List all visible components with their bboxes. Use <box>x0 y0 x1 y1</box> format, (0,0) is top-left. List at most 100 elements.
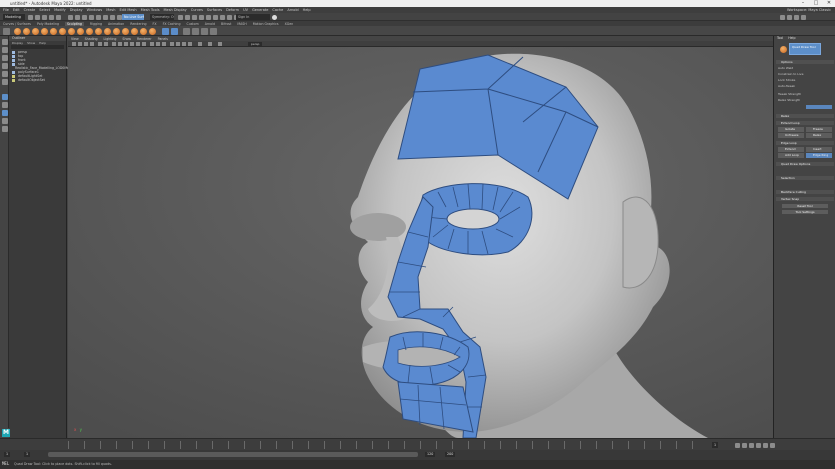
render-frame-icon[interactable] <box>220 14 225 20</box>
section-options[interactable]: Options <box>776 60 834 64</box>
isolate-button[interactable]: Isolate <box>778 127 804 132</box>
select-component-icon[interactable] <box>82 14 87 20</box>
shelf-tab-arnold[interactable]: Arnold <box>205 22 215 26</box>
attribute-editor-toggle-icon[interactable] <box>787 14 792 20</box>
menu-create[interactable]: Create <box>24 8 36 12</box>
menu-help[interactable]: Help <box>303 8 311 12</box>
menu-edit-mesh[interactable]: Edit Mesh <box>119 8 136 12</box>
knife-brush-icon[interactable] <box>131 27 138 35</box>
menu-mesh-display[interactable]: Mesh Display <box>164 8 187 12</box>
step-forward-icon[interactable] <box>763 442 768 448</box>
film-gate-icon[interactable] <box>104 42 108 46</box>
current-frame-field[interactable]: 1 <box>712 442 719 448</box>
smooth-shade-icon[interactable] <box>118 42 122 46</box>
sign-in-button[interactable]: Sign In <box>236 14 270 20</box>
play-back-icon[interactable] <box>749 442 754 448</box>
four-view-layout-icon[interactable] <box>1 102 8 108</box>
mask-surfaces-icon[interactable] <box>110 14 115 20</box>
go-to-start-icon[interactable] <box>735 442 740 448</box>
menu-windows[interactable]: Windows <box>87 8 103 12</box>
menu-surfaces[interactable]: Surfaces <box>207 8 222 12</box>
color-management-icon[interactable] <box>218 42 222 46</box>
section-backface-culling[interactable]: Backface Culling <box>776 190 834 194</box>
close-button[interactable]: ✕ <box>823 0 835 7</box>
wireframe-on-shaded-icon[interactable] <box>124 42 128 46</box>
shelf-tab-motion-graphics[interactable]: Motion Graphics <box>253 22 279 26</box>
section-quad-draw-options[interactable]: Quad Draw Options <box>776 162 834 166</box>
lasso-tool-icon[interactable] <box>1 47 8 53</box>
menu-set-dropdown[interactable]: Modeling <box>3 14 25 20</box>
persp-outliner-layout-icon[interactable] <box>1 110 8 116</box>
menu-mesh-tools[interactable]: Mesh Tools <box>141 8 160 12</box>
menu-arnold[interactable]: Arnold <box>287 8 298 12</box>
shelf-tab-bifrost[interactable]: Bifrost <box>221 22 231 26</box>
bookmarks-icon[interactable] <box>84 42 88 46</box>
relax-strength-slider[interactable] <box>806 105 832 109</box>
maximize-button[interactable]: □ <box>810 0 822 7</box>
shelf-tab-mash[interactable]: MASH <box>237 22 246 26</box>
grid-icon[interactable] <box>98 42 102 46</box>
range-slider-bar[interactable] <box>48 452 418 457</box>
hypershade-layout-icon[interactable] <box>1 126 8 132</box>
scrape-brush-icon[interactable] <box>113 27 120 35</box>
mel-label[interactable]: MEL <box>2 461 9 466</box>
smooth-brush-icon[interactable] <box>23 27 30 35</box>
symmetry-dropdown[interactable]: Symmetry: Off <box>150 14 174 20</box>
select-hierarchy-icon[interactable] <box>68 14 73 20</box>
snap-curve-icon[interactable] <box>185 14 190 20</box>
modeling-toolkit-icon[interactable] <box>780 14 785 20</box>
menu-select[interactable]: Select <box>39 8 50 12</box>
shelf-tab-poly-modeling[interactable]: Poly Modeling <box>37 22 59 26</box>
smear-brush-icon[interactable] <box>140 27 147 35</box>
shelf-tab-curves[interactable]: Curves / Surfaces <box>3 22 31 26</box>
playback-end-field[interactable]: 120 <box>425 452 436 457</box>
option-relax-strength[interactable]: Relax Strength <box>778 98 800 102</box>
insert-button[interactable]: Insert <box>806 147 832 152</box>
shelf-tab-custom[interactable]: Custom <box>186 22 198 26</box>
ambient-occlusion-icon[interactable] <box>150 42 154 46</box>
viewport-menu-view[interactable]: View <box>71 37 79 41</box>
wax-brush-icon[interactable] <box>104 27 111 35</box>
minimize-button[interactable]: – <box>797 0 809 7</box>
shelf-tab-fx-caching[interactable]: FX Caching <box>163 22 181 26</box>
open-scene-icon[interactable] <box>35 14 40 20</box>
select-camera-icon[interactable] <box>72 42 76 46</box>
section-relax[interactable]: Relax <box>776 114 834 118</box>
imprint-brush-icon[interactable] <box>95 27 102 35</box>
freeze-brush-icon[interactable] <box>171 27 178 35</box>
select-object-icon[interactable] <box>75 14 80 20</box>
mask-brush-icon[interactable] <box>162 27 169 35</box>
sculpt-brush-icon[interactable] <box>14 27 21 35</box>
menu-generate[interactable]: Generate <box>252 8 268 12</box>
extend-button[interactable]: Extend <box>778 147 804 152</box>
isolate-select-icon[interactable] <box>170 42 174 46</box>
unfreeze-button[interactable]: Unfreeze <box>778 133 804 138</box>
time-slider[interactable]: 1 <box>0 438 835 450</box>
menu-deform[interactable]: Deform <box>226 8 239 12</box>
section-vertex-snap[interactable]: Vertex Snap <box>776 197 834 201</box>
edge-ring-button[interactable]: Edge Ring <box>806 153 832 158</box>
scale-tool-icon[interactable] <box>1 79 8 85</box>
section-selection[interactable]: Selection <box>776 176 834 180</box>
option-auto-weld[interactable]: Auto Weld <box>778 66 793 70</box>
grab-brush-icon[interactable] <box>41 27 48 35</box>
repeat-brush-icon[interactable] <box>86 27 93 35</box>
new-scene-icon[interactable] <box>28 14 33 20</box>
channel-box-toggle-icon[interactable] <box>801 14 806 20</box>
range-end-field[interactable]: 200 <box>445 452 456 457</box>
wireframe-icon[interactable] <box>112 42 116 46</box>
range-start-field[interactable]: 1 <box>4 452 11 457</box>
reset-tool-icon[interactable] <box>780 46 787 53</box>
single-perspective-layout-icon[interactable] <box>1 94 8 100</box>
relax-brush-icon[interactable] <box>32 27 39 35</box>
freeze-button[interactable]: Freeze <box>806 127 832 132</box>
viewport-menu-show[interactable]: Show <box>122 37 131 41</box>
render-view-icon[interactable] <box>213 14 218 20</box>
motion-blur-icon[interactable] <box>156 42 160 46</box>
shelf-tab-xgen[interactable]: XGen <box>285 22 294 26</box>
mask-joints-icon[interactable] <box>96 14 101 20</box>
relax-button[interactable]: Relax <box>806 133 832 138</box>
menu-mesh[interactable]: Mesh <box>106 8 115 12</box>
section-extend-loop[interactable]: Extend Loop <box>776 121 834 125</box>
step-back-icon[interactable] <box>742 442 747 448</box>
